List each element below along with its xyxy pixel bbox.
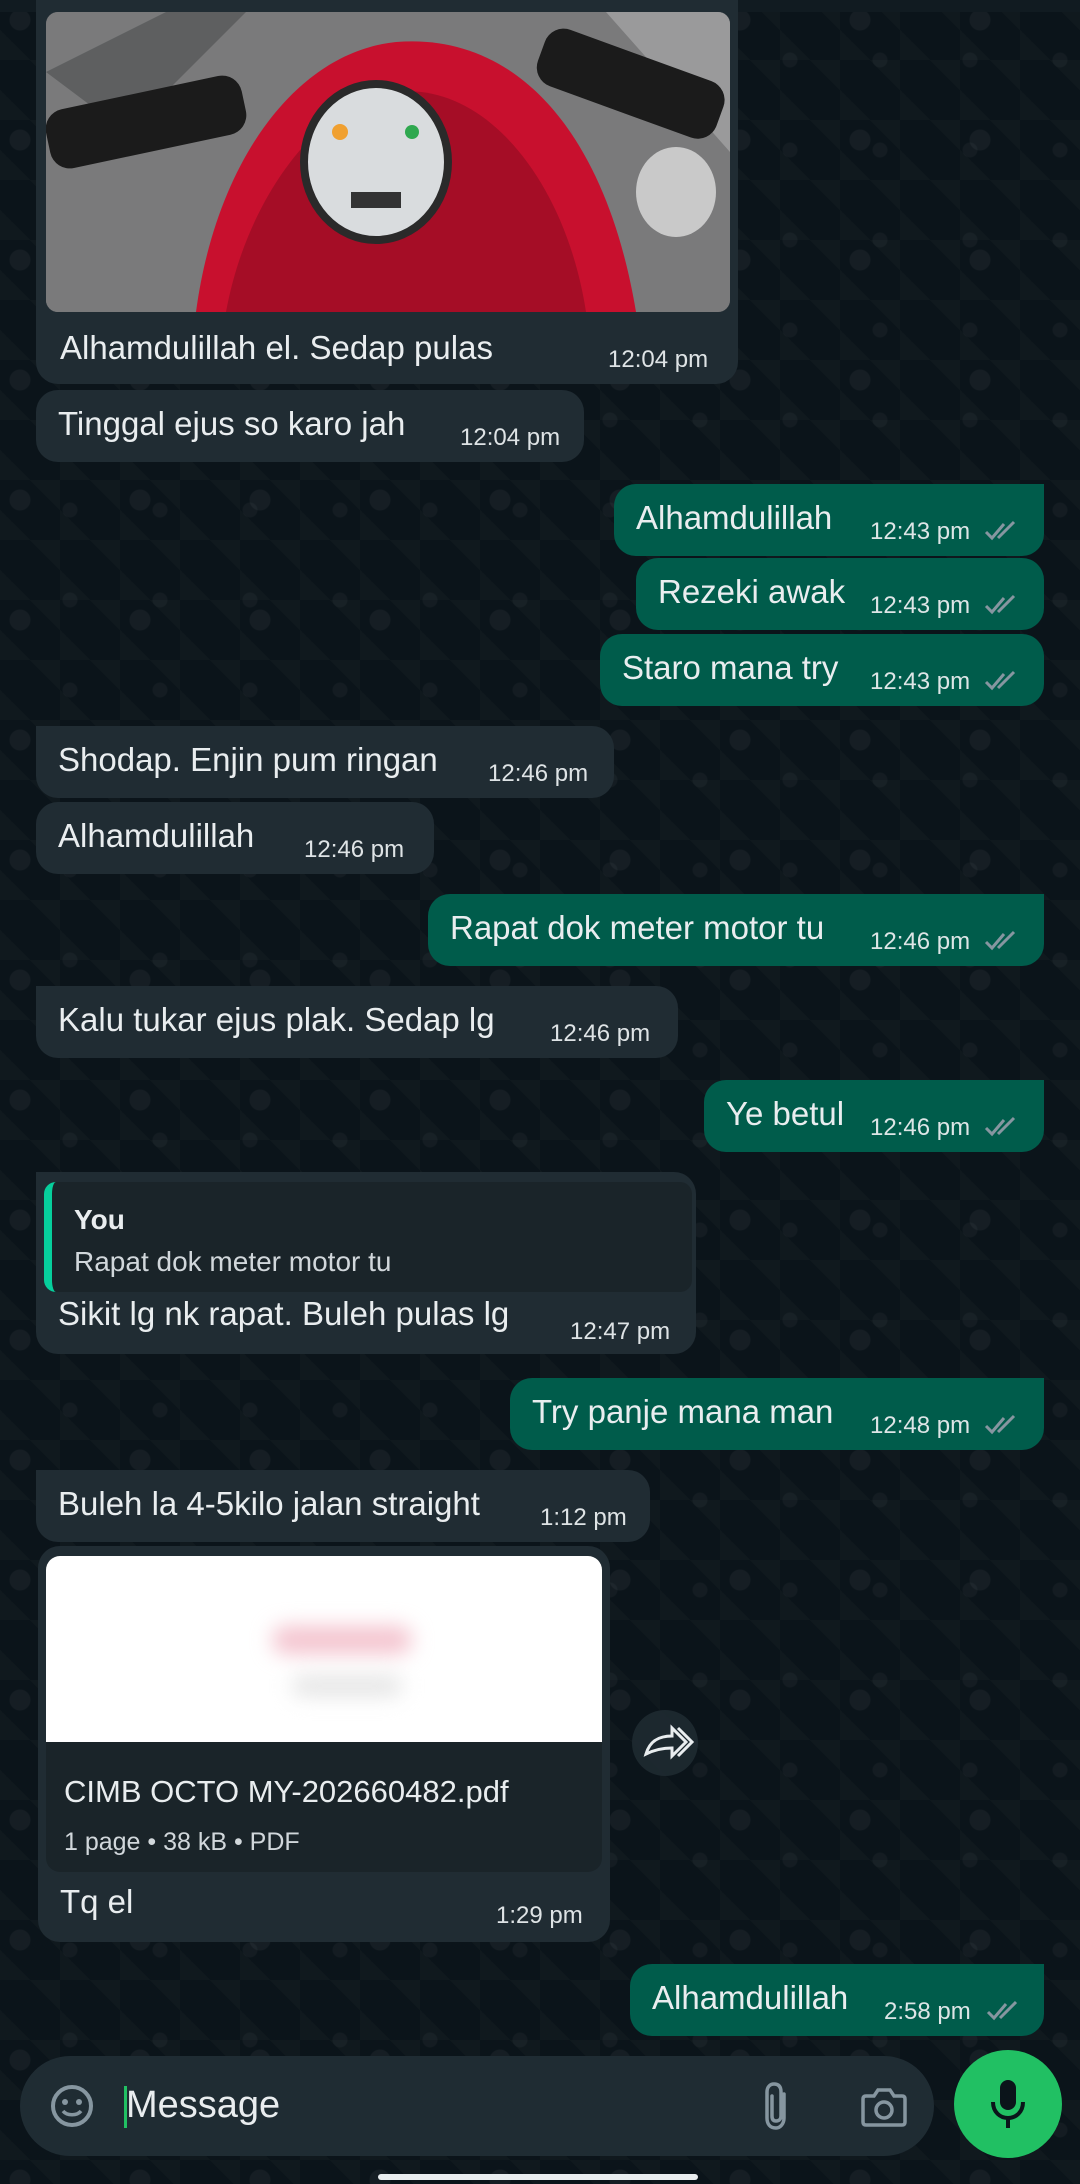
message-bubble-incoming[interactable]: Alhamdulillah 12:46 pm — [36, 802, 434, 874]
message-bubble-incoming[interactable]: Buleh la 4-5kilo jalan straight 1:12 pm — [36, 1470, 650, 1542]
read-receipt-icon — [984, 930, 1016, 951]
document-file-name: CIMB OCTO MY-202660482.pdf — [64, 1774, 509, 1809]
message-bubble-outgoing[interactable]: Staro mana try 12:43 pm — [600, 634, 1044, 706]
message-bubble-outgoing[interactable]: Rapat dok meter motor tu 12:46 pm — [428, 894, 1044, 966]
message-time: 12:43 pm — [870, 518, 971, 545]
message-bubble-outgoing[interactable]: Ye betul 12:46 pm — [704, 1080, 1044, 1152]
message-text: Try panje mana man — [532, 1393, 834, 1430]
document-file-meta: 1 page • 38 kB • PDF — [64, 1828, 300, 1856]
message-input[interactable]: Message — [126, 2084, 280, 2127]
quoted-message[interactable]: You Rapat dok meter motor tu — [44, 1182, 692, 1292]
document-thumbnail — [46, 1556, 602, 1742]
message-time: 1:12 pm — [540, 1504, 627, 1531]
mic-icon — [991, 2080, 1025, 2128]
message-time: 12:47 pm — [570, 1318, 671, 1345]
message-text: Alhamdulillah — [58, 817, 255, 854]
message-text: Kalu tukar ejus plak. Sedap lg — [58, 1001, 495, 1038]
message-text: Staro mana try — [622, 649, 839, 686]
sticker-icon[interactable] — [48, 2082, 96, 2130]
message-composer[interactable]: Message — [20, 2056, 934, 2156]
quote-text: Rapat dok meter motor tu — [74, 1246, 392, 1277]
read-receipt-icon — [984, 1116, 1016, 1137]
voice-record-button[interactable] — [954, 2050, 1062, 2158]
home-indicator — [378, 2174, 698, 2180]
message-time: 12:04 pm — [608, 346, 709, 373]
message-text: Tinggal ejus so karo jah — [58, 405, 406, 442]
message-document-bubble[interactable]: CIMB OCTO MY-202660482.pdf 1 page • 38 k… — [38, 1546, 610, 1942]
camera-icon[interactable] — [860, 2086, 908, 2128]
document-card[interactable]: CIMB OCTO MY-202660482.pdf 1 page • 38 k… — [46, 1556, 602, 1872]
read-receipt-icon — [986, 2000, 1018, 2021]
message-bubble-outgoing[interactable]: Alhamdulillah 2:58 pm — [630, 1964, 1044, 2036]
scooter-photo[interactable] — [46, 12, 730, 312]
message-text: Ye betul — [726, 1095, 845, 1132]
forward-icon — [643, 1724, 695, 1760]
message-text: Alhamdulillah — [636, 499, 833, 536]
message-bubble-outgoing[interactable]: Rezeki awak 12:43 pm — [636, 558, 1044, 630]
message-bubble-incoming[interactable]: Shodap. Enjin pum ringan 12:46 pm — [36, 726, 614, 798]
message-bubble-outgoing[interactable]: Try panje mana man 12:48 pm — [510, 1378, 1044, 1450]
read-receipt-icon — [984, 594, 1016, 615]
read-receipt-icon — [984, 520, 1016, 541]
message-time: 12:46 pm — [304, 836, 405, 863]
forward-button[interactable] — [632, 1710, 698, 1776]
message-text: Rapat dok meter motor tu — [450, 909, 825, 946]
photo-icon — [46, 12, 730, 312]
message-time: 12:04 pm — [460, 424, 561, 451]
message-text: Alhamdulillah — [652, 1979, 849, 2016]
message-time: 12:43 pm — [870, 592, 971, 619]
message-text: Rezeki awak — [658, 573, 846, 610]
message-text: Buleh la 4-5kilo jalan straight — [58, 1485, 480, 1522]
message-time: 12:48 pm — [870, 1412, 971, 1439]
message-bubble-incoming[interactable]: Kalu tukar ejus plak. Sedap lg 12:46 pm — [36, 986, 678, 1058]
message-time: 12:46 pm — [870, 1114, 971, 1141]
message-time: 2:58 pm — [884, 1998, 971, 2025]
read-receipt-icon — [984, 670, 1016, 691]
message-text: Shodap. Enjin pum ringan — [58, 741, 438, 778]
read-receipt-icon — [984, 1414, 1016, 1435]
message-bubble-outgoing[interactable]: Alhamdulillah 12:43 pm — [614, 484, 1044, 556]
message-bubble-incoming[interactable]: Tinggal ejus so karo jah 12:04 pm — [36, 390, 584, 462]
message-time: 12:46 pm — [870, 928, 971, 955]
quote-author: You — [74, 1204, 125, 1235]
message-time: 12:46 pm — [550, 1020, 651, 1047]
message-text: Sikit lg nk rapat. Buleh pulas lg — [58, 1295, 510, 1332]
message-image-bubble[interactable]: Alhamdulillah el. Sedap pulas 12:04 pm — [36, 0, 738, 384]
paperclip-icon[interactable] — [756, 2080, 796, 2132]
message-reply-bubble[interactable]: You Rapat dok meter motor tu Sikit lg nk… — [36, 1172, 696, 1354]
message-time: 12:43 pm — [870, 668, 971, 695]
message-text: Tq el — [60, 1883, 134, 1920]
message-time: 12:46 pm — [488, 760, 589, 787]
image-caption: Alhamdulillah el. Sedap pulas — [60, 329, 493, 366]
message-time: 1:29 pm — [496, 1902, 583, 1929]
